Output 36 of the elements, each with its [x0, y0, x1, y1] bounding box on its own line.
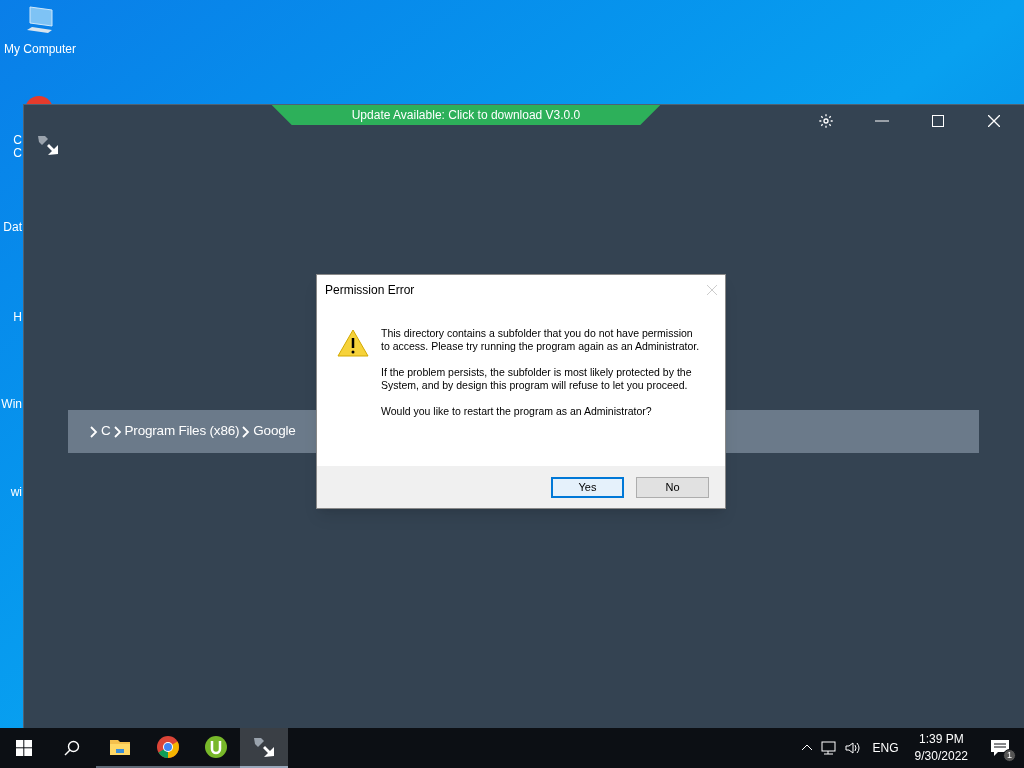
update-banner[interactable]: Update Available: Click to download V3.0.0	[271, 105, 661, 125]
breadcrumb-item[interactable]: Google	[253, 421, 296, 442]
settings-icon[interactable]	[818, 113, 834, 129]
chevron-icon	[90, 425, 98, 438]
notification-icon[interactable]	[990, 738, 1010, 758]
app-icon	[252, 735, 276, 759]
windows-icon[interactable]	[16, 740, 32, 756]
dialog-message: This directory contains a subfolder that you do not have permission to access. Please try running the program again as an Administrator.	[381, 327, 701, 353]
language-indicator[interactable]: ENG	[872, 739, 899, 757]
notification-badge: 1	[1003, 749, 1016, 762]
dialog-message: Would you like to restart the program as an Administrator?	[381, 405, 653, 418]
clock[interactable]: 1:39 PM 9/30/2022	[914, 731, 968, 765]
clock-time: 1:39 PM	[918, 731, 964, 748]
search-icon[interactable]	[64, 740, 80, 756]
torrent-icon	[204, 735, 228, 759]
icon-label[interactable]: H	[13, 308, 22, 326]
dialog-button[interactable]: No	[636, 476, 709, 498]
chevron-icon	[242, 425, 251, 438]
dialog-title: Permission Error	[325, 282, 415, 299]
dialog-button[interactable]: Yes	[551, 476, 624, 498]
icon-label[interactable]: Dat	[3, 218, 22, 236]
maximize-icon[interactable]	[932, 115, 944, 127]
clock-date: 9/30/2022	[914, 748, 968, 765]
icon-label[interactable]: wi	[10, 483, 22, 501]
taskbar-app[interactable]	[240, 728, 288, 768]
breadcrumb-item[interactable]: Program Files (x86)	[124, 421, 240, 442]
dialog-message: If the problem persists, the subfolder is most likely protected by the System, and by design this program will refuse to let you proceed.	[381, 366, 693, 392]
network-icon[interactable]	[820, 740, 837, 756]
app-logo-icon	[36, 133, 60, 157]
breadcrumb-item[interactable]: C	[101, 421, 111, 442]
speaker-icon[interactable]	[844, 740, 861, 756]
icon-label[interactable]: My Computer	[4, 40, 76, 58]
warning-icon	[337, 329, 369, 357]
icon-label[interactable]: Win	[1, 395, 22, 413]
browser-icon	[156, 735, 180, 759]
chevron-icon	[113, 425, 122, 438]
